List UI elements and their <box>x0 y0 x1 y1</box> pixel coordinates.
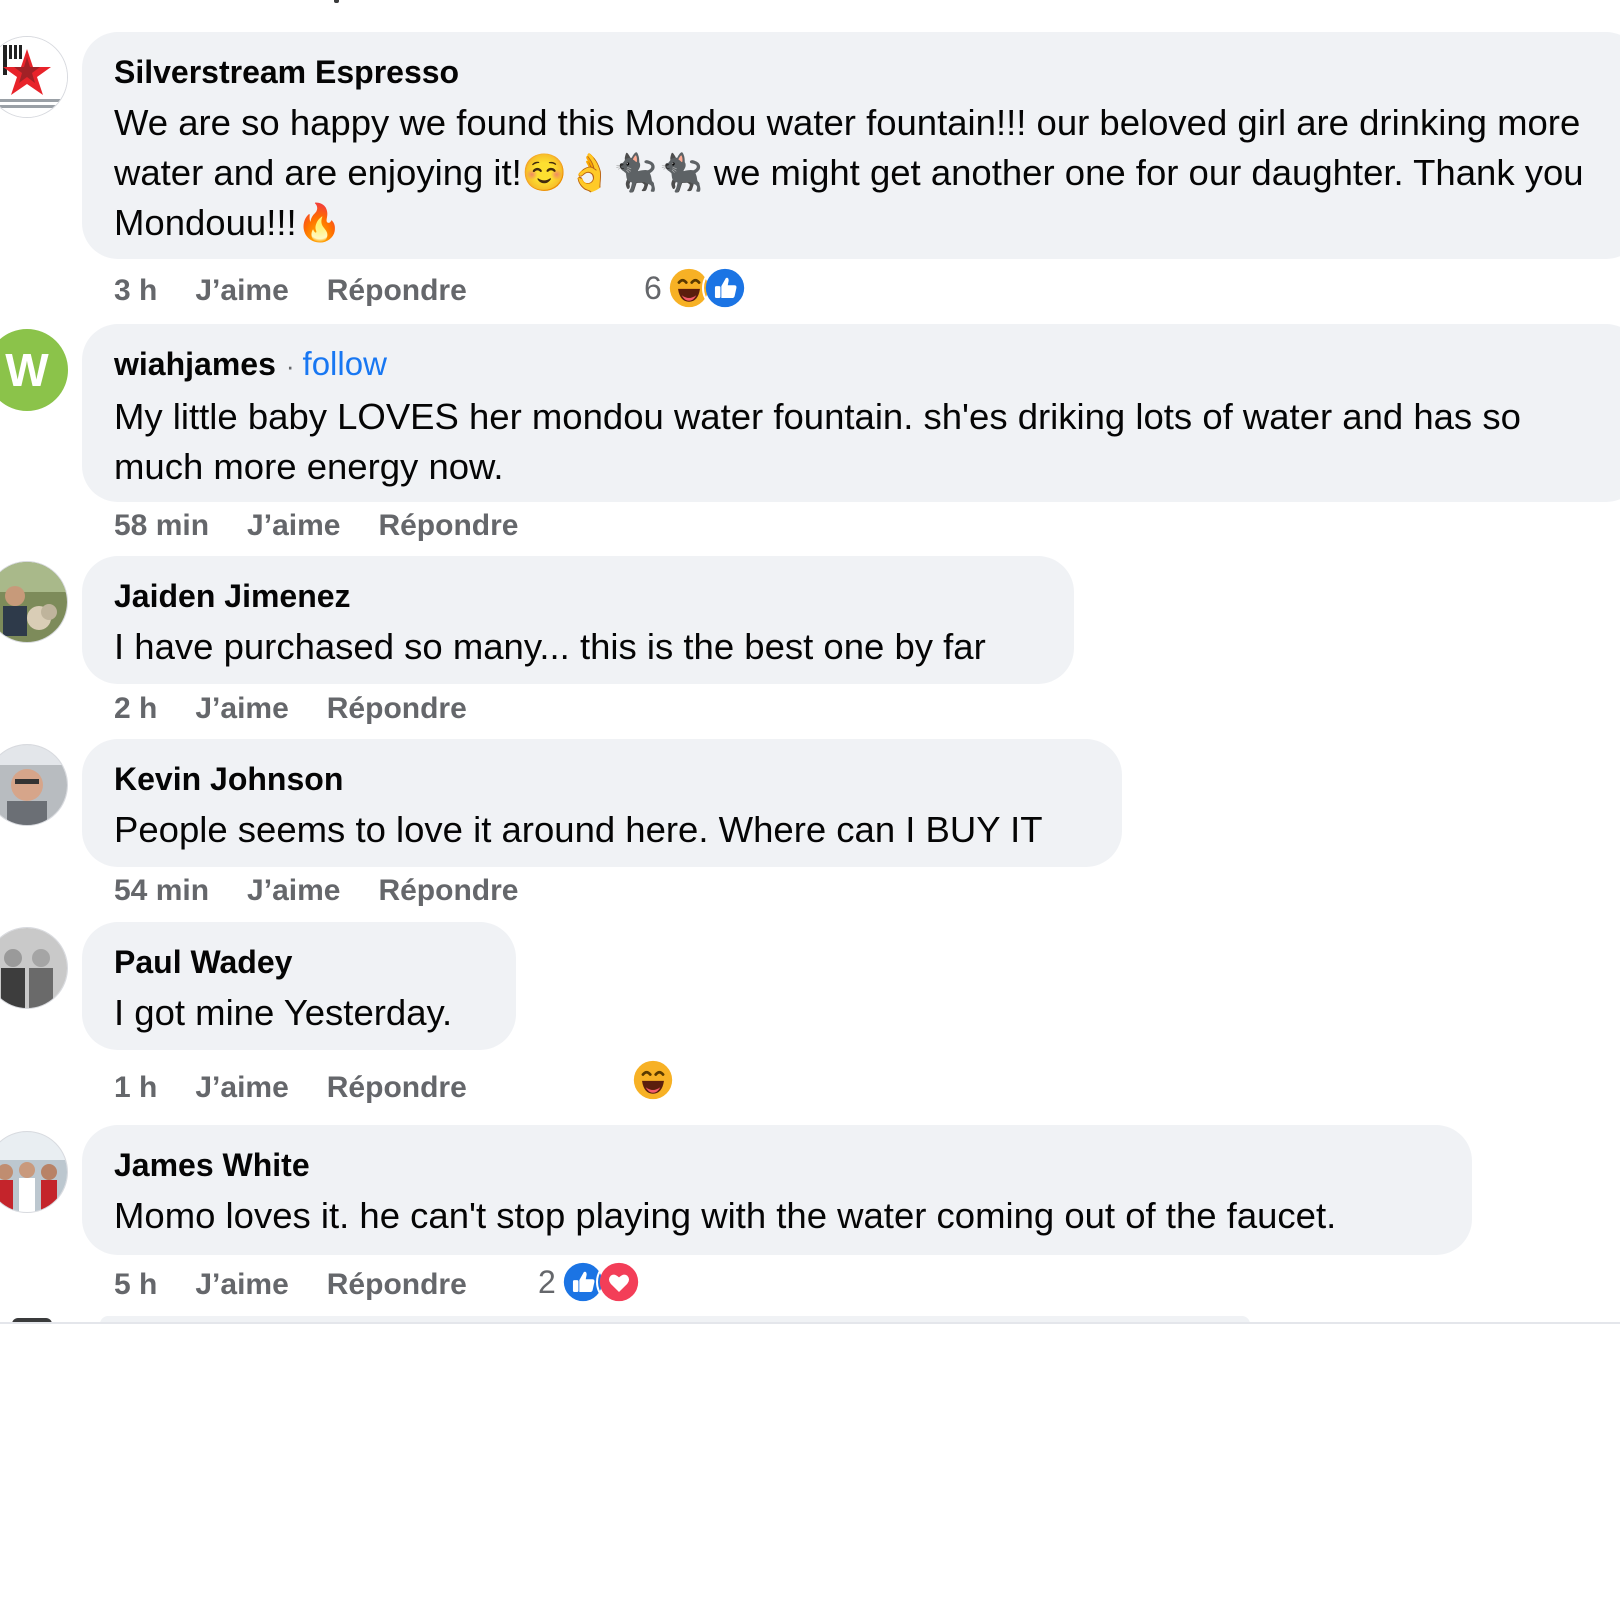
reply-button[interactable]: Répondre <box>378 873 518 909</box>
author-name[interactable]: Silverstream Espresso <box>114 54 459 90</box>
comment-actions: 5 h J’aime Répondre <box>114 1267 467 1303</box>
love-icon <box>595 1259 642 1305</box>
author-name[interactable]: Paul Wadey <box>114 944 292 980</box>
follow-button[interactable]: follow <box>303 345 387 382</box>
user-photo-icon <box>0 745 67 825</box>
reply-button[interactable]: Répondre <box>327 1267 467 1303</box>
reaction-summary[interactable]: 2 <box>538 1258 642 1306</box>
author-name[interactable]: James White <box>114 1147 310 1183</box>
comment-timestamp[interactable]: 58 min <box>114 508 209 544</box>
avatar[interactable] <box>0 1131 68 1213</box>
comment-text: People seems to love it around here. Whe… <box>114 809 1043 850</box>
author-name[interactable]: wiahjames <box>114 346 276 382</box>
avatar[interactable]: W <box>0 329 68 411</box>
comment-actions: 54 min J’aime Répondre <box>114 873 518 909</box>
reaction-summary[interactable] <box>630 1056 676 1104</box>
comment-timestamp[interactable]: 54 min <box>114 873 209 909</box>
avatar[interactable] <box>0 927 68 1009</box>
user-photo-icon <box>0 562 67 642</box>
reaction-summary[interactable]: 6 <box>644 264 748 312</box>
haha-icon <box>630 1057 676 1103</box>
comment-actions: 2 h J’aime Répondre <box>114 691 467 727</box>
like-icon <box>701 265 748 311</box>
reply-button[interactable]: Répondre <box>327 273 467 309</box>
comment-text: We are so happy we found this Mondou wat… <box>114 102 1594 243</box>
comment-bubble: Paul Wadey I got mine Yesterday. <box>82 922 516 1050</box>
comment-timestamp[interactable]: 1 h <box>114 1070 157 1106</box>
like-button[interactable]: J’aime <box>195 273 288 309</box>
comment-text: Momo loves it. he can't stop playing wit… <box>114 1195 1337 1236</box>
comment-bubble: Silverstream Espresso We are so happy we… <box>82 32 1620 259</box>
divider <box>0 1322 1620 1324</box>
comment-bubble: Kevin Johnson People seems to love it ar… <box>82 739 1122 867</box>
comment-bubble: wiahjames · follow My little baby LOVES he… <box>82 324 1620 502</box>
comment-text: I got mine Yesterday. <box>114 992 453 1033</box>
comment-timestamp[interactable]: 5 h <box>114 1267 157 1303</box>
avatar[interactable] <box>0 744 68 826</box>
avatar[interactable] <box>0 36 68 118</box>
author-name[interactable]: Kevin Johnson <box>114 761 343 797</box>
comment-bubble: Jaiden Jimenez I have purchased so many.… <box>82 556 1074 684</box>
like-button[interactable]: J’aime <box>247 508 340 544</box>
avatar[interactable] <box>0 561 68 643</box>
comment-text: I have purchased so many... this is the … <box>114 626 986 667</box>
silverstream-logo-icon <box>0 37 67 117</box>
comment-actions: 58 min J’aime Répondre <box>114 508 518 544</box>
like-button[interactable]: J’aime <box>195 691 288 727</box>
reaction-count: 2 <box>538 1263 556 1300</box>
comment-text: My little baby LOVES her mondou water fo… <box>114 396 1532 487</box>
comment-timestamp[interactable]: 3 h <box>114 273 157 309</box>
comment-timestamp[interactable]: 2 h <box>114 691 157 727</box>
comments-feed: Silverstream Espresso We are so happy we… <box>0 0 1620 1330</box>
reply-button[interactable]: Répondre <box>327 691 467 727</box>
user-photo-icon <box>0 1132 67 1212</box>
reply-button[interactable]: Répondre <box>378 508 518 544</box>
like-button[interactable]: J’aime <box>195 1070 288 1106</box>
like-button[interactable]: J’aime <box>195 1267 288 1303</box>
comment-bubble: James White Momo loves it. he can't stop… <box>82 1125 1472 1255</box>
comment-actions: 3 h J’aime Répondre <box>114 273 467 309</box>
author-name[interactable]: Jaiden Jimenez <box>114 578 351 614</box>
reaction-count: 6 <box>644 269 662 306</box>
reply-button[interactable]: Répondre <box>327 1070 467 1106</box>
comment-actions: 1 h J’aime Répondre <box>114 1070 467 1106</box>
user-photo-icon <box>0 928 67 1008</box>
separator-dot: · <box>285 351 295 381</box>
previous-comment-fragment <box>334 0 339 3</box>
avatar-letter: W <box>5 344 49 396</box>
like-button[interactable]: J’aime <box>247 873 340 909</box>
